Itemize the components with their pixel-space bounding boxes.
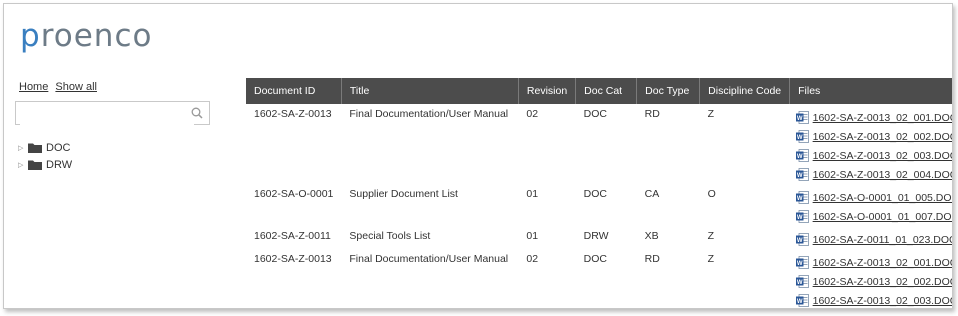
- documents-table: Document ID Title Revision Doc Cat Doc Type D…: [246, 78, 952, 308]
- proenco-logo: proenco: [20, 18, 153, 54]
- doc-cat-cell: DOC: [583, 253, 608, 265]
- show-all-link[interactable]: Show all: [55, 81, 97, 93]
- document-id-cell: 1602-SA-Z-0013: [254, 108, 332, 120]
- svg-text:W: W: [797, 154, 803, 160]
- svg-text:W: W: [797, 238, 803, 244]
- file-link[interactable]: 1602-SA-Z-0013_02_004.DOCX: [813, 169, 952, 181]
- file-link[interactable]: 1602-SA-Z-0013_02_003.DOCX: [813, 295, 952, 307]
- expand-triangle-icon[interactable]: ▷: [18, 161, 28, 169]
- word-document-icon: W: [795, 256, 809, 269]
- revision-cell: 01: [526, 230, 539, 242]
- files-cell: W 1602-SA-Z-0011_01_023.DOC: [790, 226, 952, 249]
- files-cell: W 1602-SA-O-0001_01_005.DOC W 1602-SA-O-000…: [790, 184, 952, 226]
- revision-cell: 01: [526, 188, 539, 200]
- word-document-icon: W: [795, 191, 809, 204]
- col-doc-cat-header[interactable]: Doc Cat: [575, 78, 638, 104]
- file-item: W 1602-SA-Z-0013_02_001.DOCX: [795, 108, 952, 127]
- word-document-icon: W: [795, 275, 809, 288]
- col-discipline-code-header[interactable]: Discipline Code: [699, 78, 791, 104]
- table-row[interactable]: 1602-SA-Z-0013 Final Documentation/User M…: [246, 249, 952, 308]
- col-document-id-header[interactable]: Document ID: [246, 78, 342, 104]
- word-document-icon: W: [795, 210, 809, 223]
- file-link[interactable]: 1602-SA-Z-0013_02_003.DOCX: [813, 150, 952, 162]
- title-cell: Supplier Document List: [349, 188, 458, 200]
- tree-node-label: DRW: [46, 158, 73, 171]
- tree-node-drw[interactable]: ▷ DRW: [18, 156, 72, 173]
- discipline-code-cell: Z: [707, 253, 715, 265]
- table-row[interactable]: 1602-SA-Z-0011 Special Tools List 01 DRW XB Z…: [246, 226, 952, 249]
- doc-cat-cell: DRW: [583, 230, 609, 242]
- files-cell: W 1602-SA-Z-0013_02_001.DOCX W 1602-SA-Z-00…: [790, 104, 952, 184]
- folder-tree: ▷ DOC ▷ DRW: [18, 139, 72, 173]
- file-item: W 1602-SA-Z-0013_02_004.DOCX: [795, 165, 952, 184]
- svg-text:W: W: [797, 173, 803, 179]
- svg-text:W: W: [797, 135, 803, 141]
- file-link[interactable]: 1602-SA-Z-0013_02_002.DOCX: [813, 276, 952, 288]
- document-id-cell: 1602-SA-Z-0013: [254, 253, 332, 265]
- file-link[interactable]: 1602-SA-O-0001_01_005.DOC: [813, 192, 952, 204]
- svg-text:W: W: [797, 299, 803, 305]
- doc-cat-cell: DOC: [583, 188, 608, 200]
- discipline-code-cell: O: [707, 188, 716, 200]
- table-row[interactable]: 1602-SA-Z-0013 Final Documentation/User M…: [246, 104, 952, 184]
- expand-triangle-icon[interactable]: ▷: [18, 144, 28, 152]
- document-id-cell: 1602-SA-O-0001: [254, 188, 334, 200]
- file-item: W 1602-SA-Z-0013_02_003.DOCX: [795, 146, 952, 165]
- table-header: Document ID Title Revision Doc Cat Doc Type D…: [246, 78, 952, 104]
- col-files-header[interactable]: Files: [789, 78, 952, 104]
- title-cell: Special Tools List: [349, 230, 431, 242]
- file-item: W 1602-SA-O-0001_01_007.DOC: [795, 207, 952, 226]
- search-box: [15, 101, 210, 125]
- svg-text:W: W: [797, 215, 803, 221]
- folder-icon: [28, 143, 42, 153]
- word-document-icon: W: [795, 111, 809, 124]
- word-document-icon: W: [795, 130, 809, 143]
- file-link[interactable]: 1602-SA-Z-0013_02_001.DOCX: [813, 112, 952, 124]
- files-cell: W 1602-SA-Z-0013_02_001.DOCX W 1602-SA-Z-00…: [790, 249, 952, 308]
- title-cell: Final Documentation/User Manual: [349, 253, 509, 265]
- file-link[interactable]: 1602-SA-Z-0013_02_002.DOCX: [813, 131, 952, 143]
- search-icon[interactable]: [191, 107, 203, 119]
- file-item: W 1602-SA-Z-0013_02_003.DOCX: [795, 291, 952, 308]
- tree-node-doc[interactable]: ▷ DOC: [18, 139, 72, 156]
- search-input[interactable]: [20, 103, 194, 125]
- doc-type-cell: CA: [644, 188, 660, 200]
- breadcrumb: Home Show all: [19, 81, 101, 93]
- document-id-cell: 1602-SA-Z-0011: [254, 230, 331, 242]
- file-link[interactable]: 1602-SA-O-0001_01_007.DOC: [813, 211, 952, 223]
- tree-node-label: DOC: [46, 141, 71, 154]
- word-document-icon: W: [795, 168, 809, 181]
- svg-text:W: W: [797, 280, 803, 286]
- file-item: W 1602-SA-Z-0011_01_023.DOC: [795, 230, 952, 249]
- file-item: W 1602-SA-O-0001_01_005.DOC: [795, 188, 952, 207]
- home-link[interactable]: Home: [19, 81, 48, 93]
- word-document-icon: W: [795, 233, 809, 246]
- word-document-icon: W: [795, 294, 809, 307]
- doc-type-cell: RD: [644, 108, 660, 120]
- discipline-code-cell: Z: [707, 230, 715, 242]
- svg-text:W: W: [797, 196, 803, 202]
- doc-type-cell: RD: [644, 253, 660, 265]
- discipline-code-cell: Z: [707, 108, 715, 120]
- file-item: W 1602-SA-Z-0013_02_002.DOCX: [795, 127, 952, 146]
- folder-icon: [28, 160, 42, 170]
- revision-cell: 02: [526, 108, 539, 120]
- file-item: W 1602-SA-Z-0013_02_002.DOCX: [795, 272, 952, 291]
- file-link[interactable]: 1602-SA-Z-0011_01_023.DOC: [813, 234, 952, 246]
- revision-cell: 02: [526, 253, 539, 265]
- doc-type-cell: XB: [644, 230, 659, 242]
- file-link[interactable]: 1602-SA-Z-0013_02_001.DOCX: [813, 257, 952, 269]
- svg-text:W: W: [797, 116, 803, 122]
- table-row[interactable]: 1602-SA-O-0001 Supplier Document List 01 DO…: [246, 184, 952, 226]
- word-document-icon: W: [795, 149, 809, 162]
- title-cell: Final Documentation/User Manual: [349, 108, 509, 120]
- svg-text:W: W: [797, 261, 803, 267]
- doc-cat-cell: DOC: [583, 108, 608, 120]
- col-title-header[interactable]: Title: [341, 78, 519, 104]
- app-frame: proenco Home Show all ▷ DOC ▷ DRW Document …: [3, 3, 953, 309]
- col-revision-header[interactable]: Revision: [518, 78, 577, 104]
- col-doc-type-header[interactable]: Doc Type: [636, 78, 701, 104]
- file-item: W 1602-SA-Z-0013_02_001.DOCX: [795, 253, 952, 272]
